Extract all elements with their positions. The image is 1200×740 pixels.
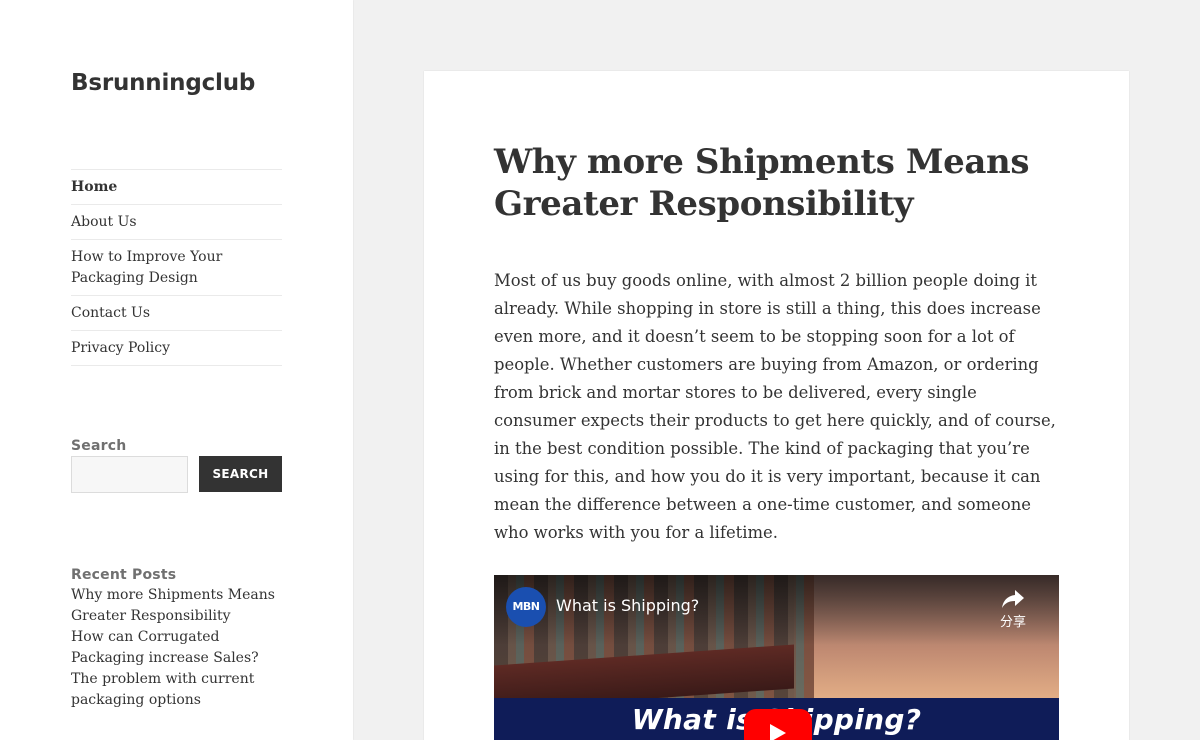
search-button[interactable]: Search [199,456,282,492]
sidebar: Bsrunningclub Home About Us How to Impro… [0,0,353,740]
nav-item-home[interactable]: Home [71,170,282,205]
site-title[interactable]: Bsrunningclub [71,70,255,96]
post-card: Why more Shipments Means Greater Respons… [424,71,1129,740]
share-button[interactable]: 分享 [996,589,1030,630]
search-widget-title: Search [71,438,127,454]
channel-logo[interactable]: MBN [506,587,546,627]
recent-post-link[interactable]: Why more Shipments Means Greater Respons… [71,585,286,627]
search-widget: Search Search [71,438,283,493]
nav-item-about-us[interactable]: About Us [71,205,282,240]
video-embed[interactable]: What is Shipping? MBN What is Shipping? … [494,575,1059,740]
search-input[interactable] [71,456,188,493]
share-label: 分享 [999,615,1026,630]
recent-posts-widget: Recent Posts Why more Shipments Means Gr… [71,567,286,711]
post-body: Most of us buy goods online, with almost… [494,271,1056,542]
share-icon [1002,590,1024,608]
main-navigation: Home About Us How to Improve Your Packag… [71,169,282,366]
search-form: Search [71,456,283,493]
nav-item-privacy-policy[interactable]: Privacy Policy [71,331,282,366]
recent-posts-list: Why more Shipments Means Greater Respons… [71,585,286,711]
video-title[interactable]: What is Shipping? [556,596,699,615]
post-title: Why more Shipments Means Greater Respons… [494,142,1030,224]
nav-item-contact-us[interactable]: Contact Us [71,296,282,331]
nav-item-packaging-design[interactable]: How to Improve Your Packaging Design [71,240,282,296]
play-icon [770,724,786,740]
recent-post-link[interactable]: The problem with current packaging optio… [71,669,286,711]
recent-post-link[interactable]: How can Corrugated Packaging increase Sa… [71,627,286,669]
play-button[interactable] [744,709,812,740]
recent-posts-title: Recent Posts [71,567,177,583]
